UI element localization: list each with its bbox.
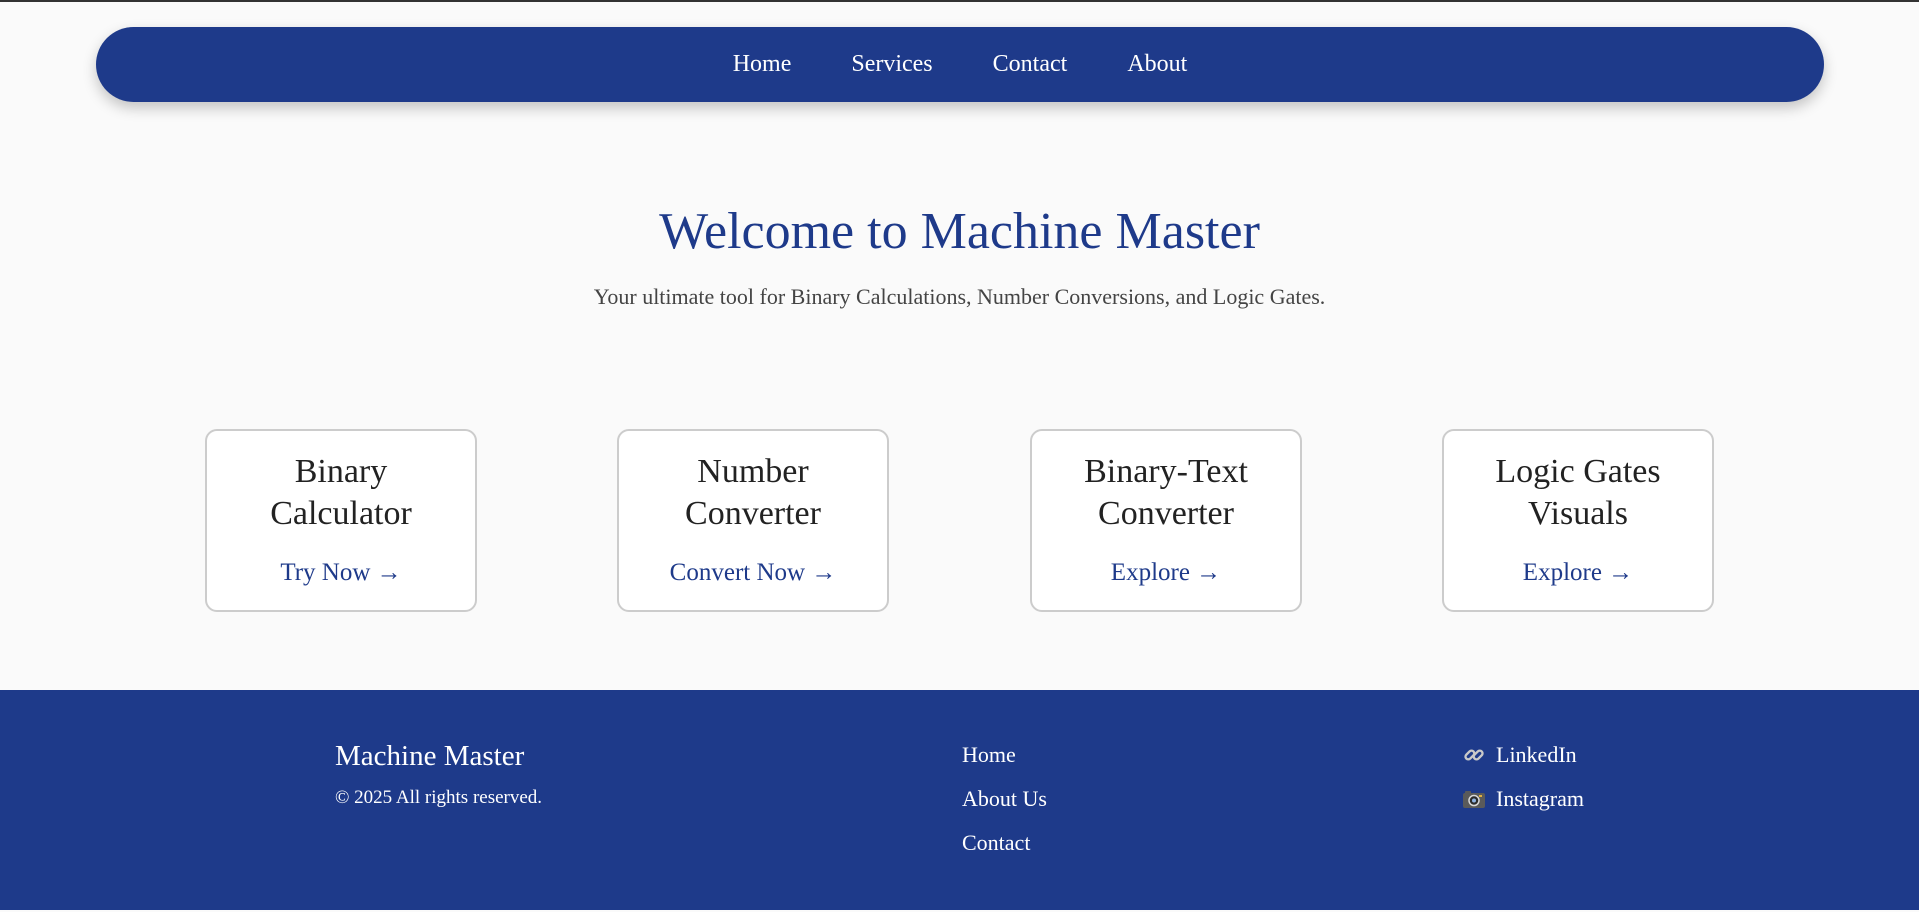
explore-link[interactable]: Explore → [1032,559,1300,587]
footer-links: Home About Us Contact [962,742,1047,874]
linkedin-label: LinkedIn [1496,742,1577,767]
instagram-label: Instagram [1496,786,1584,811]
top-navbar: Home Services Contact About [96,27,1824,102]
footer-contact-link[interactable]: Contact [962,830,1047,856]
instagram-link[interactable]: Instagram [1462,786,1584,812]
nav-contact-link[interactable]: Contact [993,51,1068,78]
footer-copyright: © 2025 All rights reserved. [335,787,543,808]
logic-gates-visuals-card[interactable]: Logic Gates Visuals Explore → [1442,429,1714,612]
footer: Machine Master © 2025 All rights reserve… [0,690,1919,910]
footer-brand: Machine Master © 2025 All rights reserve… [335,740,542,809]
nav-services-link[interactable]: Services [851,51,932,78]
nav-home-link[interactable]: Home [733,51,792,78]
card-title: Binary-Text Converter [1084,453,1248,532]
footer-about-us-link[interactable]: About Us [962,786,1047,812]
link-icon [1462,743,1486,767]
binary-calculator-card[interactable]: Binary Calculator Try Now → [205,429,477,612]
card-title: Number Converter [685,453,821,532]
binary-text-converter-card[interactable]: Binary-Text Converter Explore → [1030,429,1302,612]
number-converter-card[interactable]: Number Converter Convert Now → [617,429,889,612]
try-now-link[interactable]: Try Now → [207,559,475,587]
card-title: Binary Calculator [270,453,412,532]
linkedin-link[interactable]: LinkedIn [1462,742,1584,768]
explore-link[interactable]: Explore → [1444,559,1712,587]
footer-brand-name: Machine Master [335,740,525,772]
card-title: Logic Gates Visuals [1495,453,1661,532]
footer-home-link[interactable]: Home [962,742,1047,768]
convert-now-link[interactable]: Convert Now → [619,559,887,587]
hero-subtitle: Your ultimate tool for Binary Calculatio… [593,284,1326,309]
nav-about-link[interactable]: About [1127,51,1187,78]
hero-title: Welcome to Machine Master [659,203,1260,260]
footer-social: LinkedIn Instagram [1462,742,1584,830]
camera-icon [1462,787,1486,811]
